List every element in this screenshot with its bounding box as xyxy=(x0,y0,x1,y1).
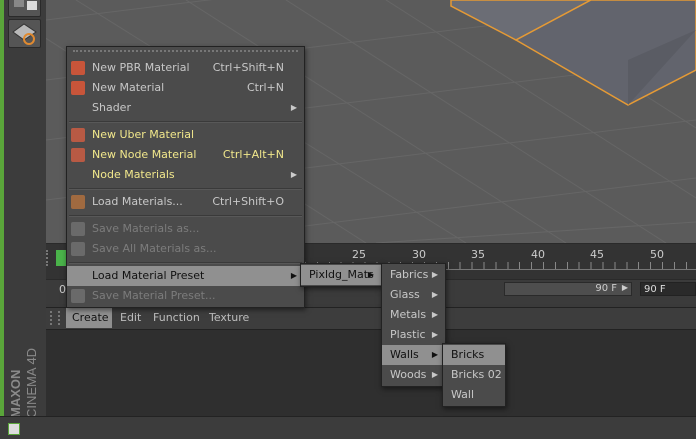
category-metals[interactable]: Metals ▶ xyxy=(382,305,445,325)
tick-label: 35 xyxy=(471,248,485,261)
submenu-arrow-icon: ▶ xyxy=(431,310,438,319)
panel-grip[interactable] xyxy=(50,311,60,325)
category-fabrics[interactable]: Fabrics ▶ xyxy=(382,265,445,285)
start-frame-field[interactable]: 0 xyxy=(59,283,66,296)
pixldg-mats-item[interactable]: Pixldg_Mats ▶ xyxy=(301,265,381,285)
tick-label: 40 xyxy=(531,248,545,261)
active-indicator xyxy=(0,0,4,439)
walls-bricks-02-item[interactable]: Bricks 02 xyxy=(443,365,505,385)
load-materials-item[interactable]: Load Materials... Ctrl+Shift+O xyxy=(67,192,304,212)
submenu-arrow-icon: ▶ xyxy=(431,270,438,279)
save-all-materials-as-item: Save All Materials as... xyxy=(67,239,304,259)
node-material-icon xyxy=(71,148,85,162)
tick-label: 25 xyxy=(352,248,366,261)
lock-icon xyxy=(14,0,37,10)
end-frame-field[interactable]: 90 F xyxy=(640,282,696,296)
material-icon xyxy=(71,61,85,75)
material-list-area[interactable] xyxy=(46,329,696,416)
submenu-arrow-icon: ▶ xyxy=(290,103,297,112)
submenu-arrow-icon: ▶ xyxy=(290,170,297,179)
category-submenu: Fabrics ▶ Glass ▶ Metals ▶ Plastic ▶ Walls ▶ … xyxy=(381,263,446,387)
submenu-arrow-icon: ▶ xyxy=(431,330,438,339)
menu-texture[interactable]: Texture xyxy=(209,311,249,324)
load-material-preset-item[interactable]: Load Material Preset ▶ xyxy=(67,266,304,286)
menu-function[interactable]: Function xyxy=(153,311,200,324)
submenu-arrow-icon: ▶ xyxy=(367,270,374,279)
material-manager-menubar xyxy=(46,307,696,329)
tick-label: 50 xyxy=(650,248,664,261)
save-icon xyxy=(71,222,85,236)
slider-arrow-icon: ▶ xyxy=(621,283,628,292)
save-icon xyxy=(71,242,85,256)
status-indicator-icon xyxy=(8,423,20,435)
new-node-material-item[interactable]: New Node Material Ctrl+Alt+N xyxy=(67,145,304,165)
new-uber-material-item[interactable]: New Uber Material xyxy=(67,125,304,145)
create-menu: New PBR Material Ctrl+Shift+N New Materia… xyxy=(66,46,305,308)
texture-tool-icon xyxy=(12,23,37,45)
range-slider[interactable]: 90 F ▶ xyxy=(504,282,632,296)
cinema4d-logo: MAXON CINEMA 4D xyxy=(8,348,39,418)
category-woods[interactable]: Woods ▶ xyxy=(382,365,445,385)
walls-bricks-item[interactable]: Bricks xyxy=(443,345,505,365)
status-bar xyxy=(0,416,696,439)
menu-tearoff[interactable] xyxy=(73,50,298,57)
menu-create[interactable]: Create xyxy=(72,311,109,324)
texture-tool-button[interactable] xyxy=(8,19,41,48)
svg-text:MAXON: MAXON xyxy=(8,370,23,418)
timeline-grip[interactable] xyxy=(46,250,52,266)
walls-wall-item[interactable]: Wall xyxy=(443,385,505,405)
walls-submenu: Bricks Bricks 02 Wall xyxy=(442,343,506,407)
category-plastic[interactable]: Plastic ▶ xyxy=(382,325,445,345)
save-icon xyxy=(71,289,85,303)
lock-tool-button[interactable] xyxy=(8,0,41,17)
save-material-preset-item: Save Material Preset... xyxy=(67,286,304,306)
tick-label: 30 xyxy=(412,248,426,261)
category-walls[interactable]: Walls ▶ xyxy=(382,345,445,365)
submenu-arrow-icon: ▶ xyxy=(290,271,297,280)
uber-material-icon xyxy=(71,128,85,142)
svg-text:CINEMA 4D: CINEMA 4D xyxy=(24,348,39,418)
save-materials-as-item: Save Materials as... xyxy=(67,219,304,239)
material-icon xyxy=(71,81,85,95)
category-glass[interactable]: Glass ▶ xyxy=(382,285,445,305)
tick-label: 45 xyxy=(590,248,604,261)
menu-edit[interactable]: Edit xyxy=(120,311,141,324)
load-icon xyxy=(71,195,85,209)
node-materials-submenu-item[interactable]: Node Materials ▶ xyxy=(67,165,304,185)
submenu-arrow-icon: ▶ xyxy=(431,290,438,299)
shader-submenu-item[interactable]: Shader ▶ xyxy=(67,98,304,118)
submenu-arrow-icon: ▶ xyxy=(431,370,438,379)
new-pbr-material-item[interactable]: New PBR Material Ctrl+Shift+N xyxy=(67,58,304,78)
new-material-item[interactable]: New Material Ctrl+N xyxy=(67,78,304,98)
preset-submenu: Pixldg_Mats ▶ xyxy=(300,263,382,287)
playhead-marker[interactable] xyxy=(56,250,66,266)
submenu-arrow-icon: ▶ xyxy=(431,350,438,359)
